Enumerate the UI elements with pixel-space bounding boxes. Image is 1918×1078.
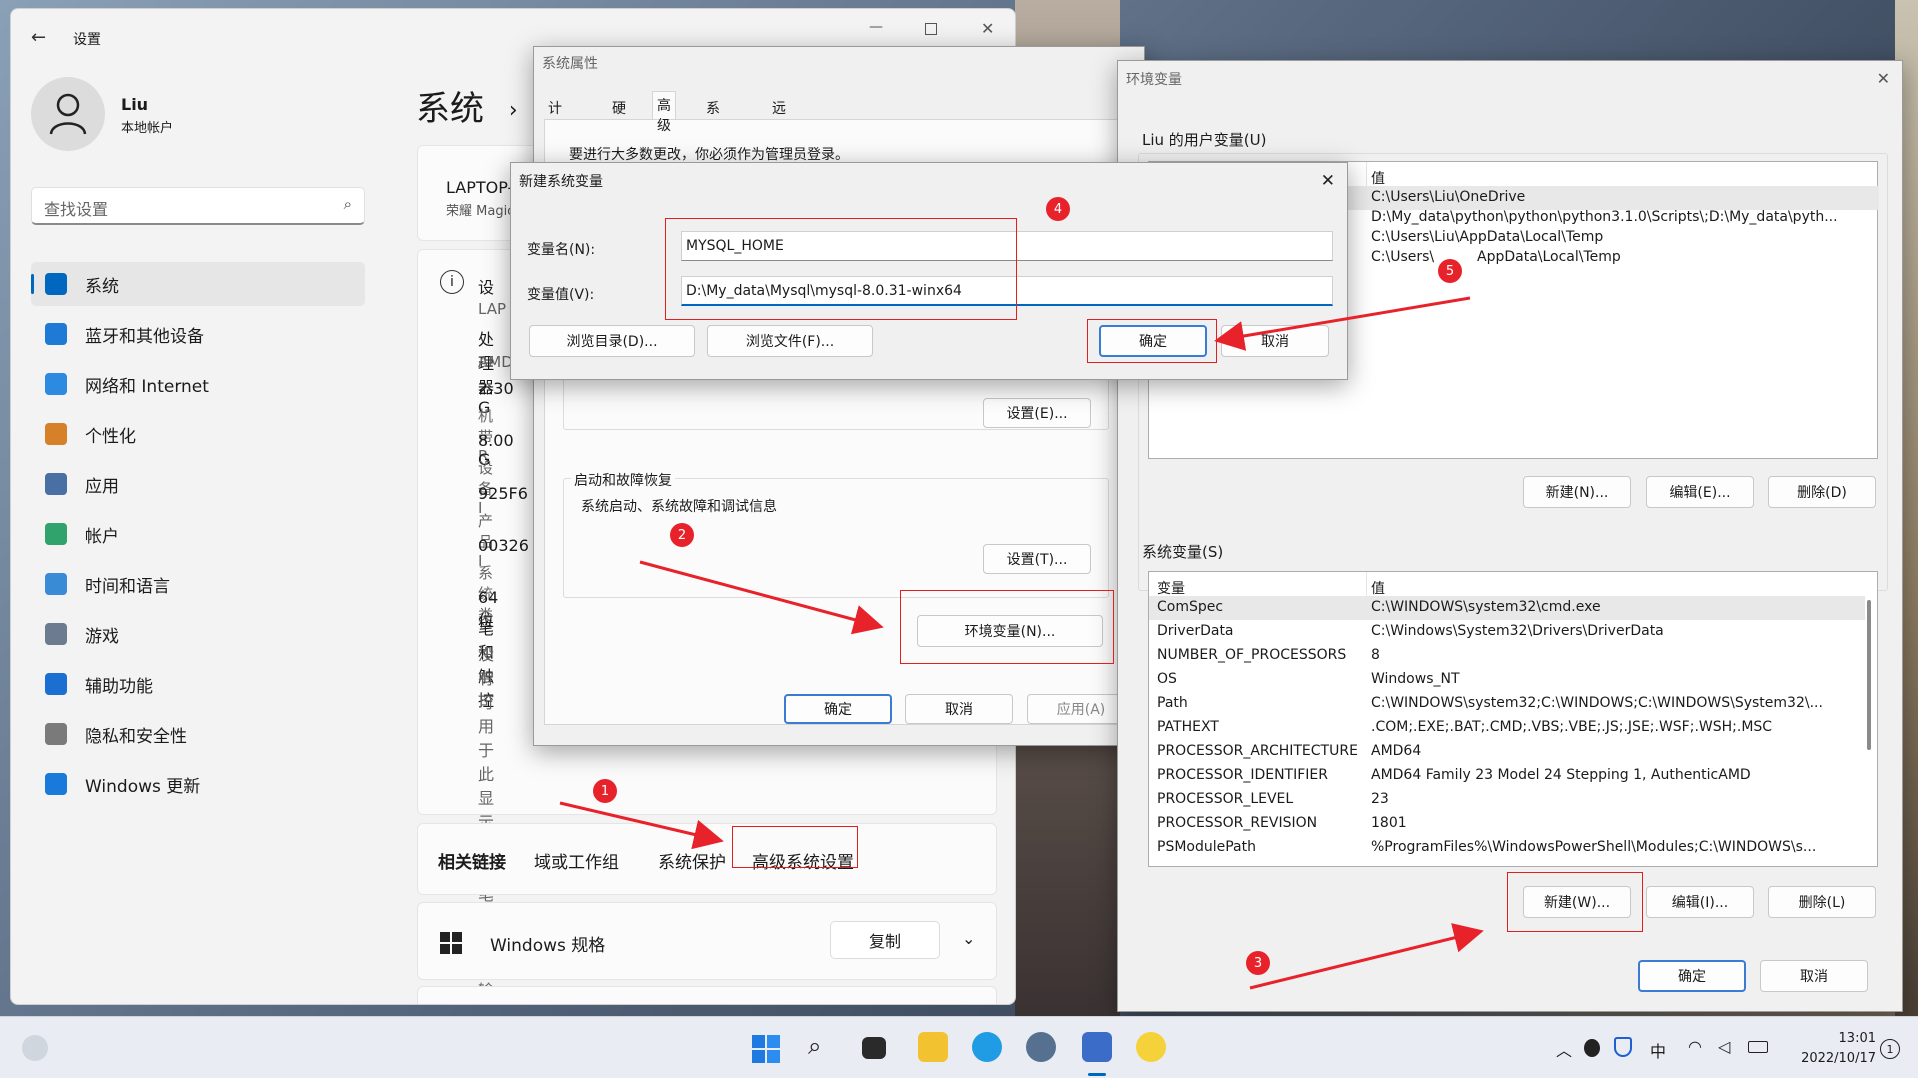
arrow-2 xyxy=(639,560,884,635)
start-button[interactable] xyxy=(752,1035,780,1063)
task-view-icon[interactable] xyxy=(862,1037,886,1059)
badge-4: 4 xyxy=(1046,197,1070,221)
search-taskbar-icon[interactable]: ⌕ xyxy=(808,1032,838,1062)
settings-app-icon[interactable] xyxy=(1026,1032,1056,1062)
ime-indicator[interactable]: 中 xyxy=(1650,1038,1666,1062)
badge-5: 5 xyxy=(1438,259,1462,283)
annotation-arrows xyxy=(559,296,1484,990)
system-props-app-icon[interactable] xyxy=(1082,1032,1112,1062)
arrow-3 xyxy=(1249,923,1484,990)
tray-chevron-icon[interactable]: ︿ xyxy=(1556,1037,1572,1061)
edge-icon[interactable] xyxy=(972,1032,1002,1062)
notification-badge[interactable]: 1 xyxy=(1880,1039,1900,1059)
shield-icon[interactable] xyxy=(1614,1037,1632,1057)
wifi-icon[interactable]: ◠ xyxy=(1688,1037,1702,1056)
arrow-5 xyxy=(1214,296,1471,351)
qq-icon[interactable] xyxy=(1584,1039,1600,1057)
volume-icon[interactable]: ◁ xyxy=(1718,1037,1730,1056)
badge-3: 3 xyxy=(1246,951,1270,975)
badge-1: 1 xyxy=(593,779,617,803)
taskbar: ⌕ ︿ 中 ◠ ◁ 13:01 2022/10/17 1 xyxy=(0,1016,1918,1078)
battery-icon[interactable] xyxy=(1748,1041,1768,1053)
clock-date[interactable]: 2022/10/17 xyxy=(1796,1051,1876,1066)
app-star-icon[interactable] xyxy=(1136,1032,1166,1062)
badge-2: 2 xyxy=(670,523,694,547)
tab-2[interactable]: 高级 xyxy=(652,91,676,134)
arrow-1 xyxy=(559,801,724,850)
file-explorer-icon[interactable] xyxy=(918,1032,948,1062)
widgets-icon[interactable] xyxy=(22,1035,48,1061)
clock-time[interactable]: 13:01 xyxy=(1796,1031,1876,1046)
active-indicator xyxy=(1088,1073,1106,1076)
